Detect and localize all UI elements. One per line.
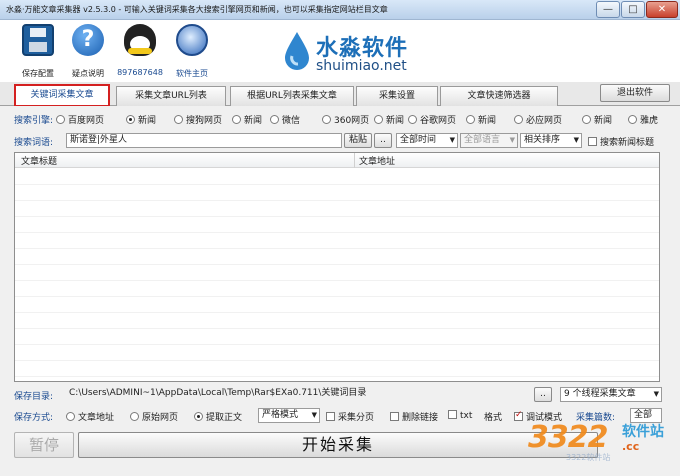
pause-button[interactable]: 暂停 — [14, 432, 74, 458]
list-gridline — [15, 344, 659, 345]
list-gridline — [15, 280, 659, 281]
close-button[interactable]: ✕ — [646, 1, 678, 18]
qq-penguin-icon — [124, 24, 156, 56]
tab-strip: 关键词采集文章 采集文章URL列表 根据URL列表采集文章 采集设置 文章快速筛… — [0, 82, 680, 107]
save-dir-path[interactable]: C:\Users\ADMINI~1\AppData\Local\Temp\Rar… — [66, 387, 530, 402]
chevron-down-icon: ▼ — [653, 390, 659, 398]
column-article-url[interactable]: 文章地址 — [359, 154, 395, 167]
article-list[interactable]: 文章标题 文章地址 — [14, 152, 660, 382]
list-gridline — [15, 328, 659, 329]
collect-pages-checkbox[interactable]: 采集分页 — [326, 410, 374, 423]
qq-number-label: 897687648 — [117, 68, 163, 77]
help-label: 疑点说明 — [72, 69, 104, 78]
save-dir-label: 保存目录: — [14, 392, 54, 402]
search-news-title-checkbox[interactable]: 搜索新闻标题 — [588, 135, 654, 148]
engine-baidu-news[interactable]: 新闻 — [126, 113, 156, 126]
list-gridline — [15, 216, 659, 217]
list-gridline — [15, 232, 659, 233]
engine-360-news[interactable]: 新闻 — [374, 113, 404, 126]
language-select: 全部语言 ▼ — [460, 133, 518, 148]
txt-checkbox[interactable]: txt — [448, 410, 472, 421]
keywords-label: 搜索词语: — [14, 138, 54, 148]
browse-dir-button[interactable]: .. — [534, 387, 552, 402]
tab-collect-by-url[interactable]: 根据URL列表采集文章 — [230, 86, 354, 106]
engine-weixin[interactable]: 微信 — [270, 113, 300, 126]
water-drop-logo-icon — [285, 32, 309, 70]
method-extract-text[interactable]: 提取正文 — [194, 410, 242, 423]
chevron-down-icon: ▼ — [509, 136, 515, 144]
list-gridline — [15, 376, 659, 377]
exit-button[interactable]: 退出软件 — [600, 84, 670, 102]
list-gridline — [15, 312, 659, 313]
list-gridline — [15, 360, 659, 361]
keywords-more-button[interactable]: .. — [374, 133, 392, 148]
engine-label: 搜索引擎: — [14, 116, 54, 126]
chevron-down-icon: ▼ — [573, 136, 579, 144]
save-method-label: 保存方式: — [14, 413, 54, 423]
qq-button[interactable]: 897687648 — [112, 24, 168, 77]
time-select[interactable]: 全部时间 ▼ — [396, 133, 458, 148]
minimize-button[interactable]: — — [596, 1, 620, 18]
help-button[interactable]: ? 疑点说明 — [60, 24, 116, 79]
floppy-disk-icon — [22, 24, 54, 56]
list-gridline — [15, 248, 659, 249]
column-article-title[interactable]: 文章标题 — [21, 154, 57, 167]
watermark-site: 软件站 — [622, 424, 664, 440]
save-config-button[interactable]: 保存配置 — [10, 24, 66, 79]
save-config-label: 保存配置 — [22, 69, 54, 78]
list-gridline — [15, 296, 659, 297]
list-gridline — [15, 264, 659, 265]
engine-google-web[interactable]: 谷歌网页 — [408, 113, 456, 126]
keywords-input[interactable]: 斯诺登|外星人 — [66, 133, 342, 148]
tab-settings[interactable]: 采集设置 — [356, 86, 438, 106]
watermark-url: .cc — [622, 440, 640, 453]
logo-domain: shuimiao.net — [316, 58, 407, 74]
chevron-down-icon: ▼ — [311, 411, 317, 419]
list-gridline — [15, 200, 659, 201]
engine-sogou-news[interactable]: 新闻 — [232, 113, 262, 126]
watermark-number: 3322 — [528, 420, 608, 455]
tab-keyword-collect[interactable]: 关键词采集文章 — [14, 84, 110, 107]
threads-select[interactable]: 9 个线程采集文章 ▼ — [560, 387, 662, 402]
list-header: 文章标题 文章地址 — [15, 153, 659, 168]
method-raw-page[interactable]: 原始网页 — [130, 410, 178, 423]
watermark-faded-text: 3322软件站 — [566, 453, 611, 462]
question-mark-icon: ? — [72, 24, 104, 56]
start-collect-button[interactable]: 开始采集 — [78, 432, 598, 458]
engine-yahoo[interactable]: 雅虎 — [628, 113, 658, 126]
maximize-button[interactable]: □ — [621, 1, 645, 18]
engine-baidu-web[interactable]: 百度网页 — [56, 113, 104, 126]
sort-select[interactable]: 相关排序 ▼ — [520, 133, 582, 148]
engine-bing-news[interactable]: 新闻 — [582, 113, 612, 126]
window-title: 水淼·万能文章采集器 v2.5.3.0 - 可输入关键词采集各大搜索引擎网页和新… — [6, 5, 388, 14]
tab-url-list[interactable]: 采集文章URL列表 — [116, 86, 226, 106]
format-label: 格式 — [484, 413, 503, 423]
method-article-url[interactable]: 文章地址 — [66, 410, 114, 423]
title-bar: 水淼·万能文章采集器 v2.5.3.0 - 可输入关键词采集各大搜索引擎网页和新… — [0, 0, 680, 20]
delete-links-checkbox[interactable]: 删除链接 — [390, 410, 438, 423]
paste-button[interactable]: 粘贴 — [344, 133, 372, 148]
engine-bing-web[interactable]: 必应网页 — [514, 113, 562, 126]
tab-article-filter[interactable]: 文章快速筛选器 — [440, 86, 558, 106]
strict-mode-select[interactable]: 严格模式 ▼ — [258, 408, 320, 423]
engine-google-news[interactable]: 新闻 — [466, 113, 496, 126]
chevron-down-icon: ▼ — [449, 136, 455, 144]
list-gridline — [15, 184, 659, 185]
engine-sogou-web[interactable]: 搜狗网页 — [174, 113, 222, 126]
globe-icon — [176, 24, 208, 56]
homepage-button[interactable]: 软件主页 — [164, 24, 220, 79]
homepage-label: 软件主页 — [176, 69, 208, 78]
engine-360-web[interactable]: 360网页 — [322, 113, 369, 126]
